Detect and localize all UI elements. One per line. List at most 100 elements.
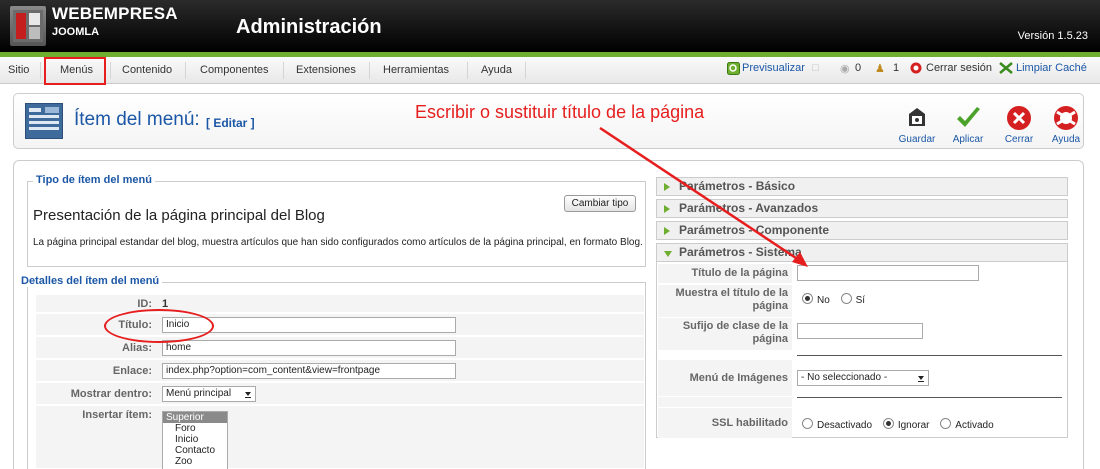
menu-item-sitio[interactable]: Sitio xyxy=(8,64,29,76)
save-button[interactable]: Guardar xyxy=(894,104,940,145)
insert-position-listbox[interactable]: Superior Foro Inicio Contacto Zoo xyxy=(162,411,228,469)
version-label: Versión 1.5.23 xyxy=(1017,30,1088,42)
top-header: WEBEMPRESA JOOMLA Administración Versión… xyxy=(0,0,1100,52)
ssl-off-radio[interactable] xyxy=(802,418,813,429)
params-component-label: Parámetros - Componente xyxy=(679,223,830,237)
menu-divider xyxy=(185,62,186,79)
show-title-no-label: No xyxy=(817,295,830,306)
ssl-radio-group: Desactivado Ignorar Activado xyxy=(802,418,1002,431)
suffix-input[interactable] xyxy=(797,323,923,339)
link-input[interactable]: index.php?option=com_content&view=frontp… xyxy=(162,363,456,379)
listbox-option[interactable]: Superior xyxy=(163,412,227,423)
params-basic-label: Parámetros - Básico xyxy=(679,179,796,193)
apply-label: Aplicar xyxy=(952,134,984,145)
menu-divider xyxy=(40,62,41,79)
menu-item-extensiones[interactable]: Extensiones xyxy=(296,64,356,76)
menu-type-fieldset xyxy=(27,181,646,267)
params-system-label: Parámetros - Sistema xyxy=(679,245,802,259)
show-title-label: Muestra el título de la página xyxy=(658,285,792,317)
id-label: ID: xyxy=(137,298,152,310)
logout-icon[interactable] xyxy=(910,62,922,75)
params-advanced-header[interactable]: Parámetros - Avanzados xyxy=(656,199,1068,218)
params-component-header[interactable]: Parámetros - Componente xyxy=(656,221,1068,240)
menu-type-description: La página principal estandar del blog, m… xyxy=(33,237,643,248)
listbox-option[interactable]: Inicio xyxy=(163,434,227,445)
listbox-option[interactable]: Contacto xyxy=(163,445,227,456)
close-icon xyxy=(1007,106,1031,130)
alias-input[interactable]: home xyxy=(162,340,456,356)
menu-divider xyxy=(467,62,468,79)
image-menu-value: - No seleccionado - xyxy=(801,372,888,383)
apply-check-icon xyxy=(957,107,980,127)
clear-cache-link[interactable]: Limpiar Caché xyxy=(1016,62,1087,74)
messages-icon[interactable]: ◉ xyxy=(840,62,850,75)
divider-line xyxy=(797,355,1062,356)
clear-cache-icon[interactable] xyxy=(999,62,1013,75)
app-title: Administración xyxy=(236,16,382,38)
ssl-label: SSL habilitado xyxy=(658,408,792,438)
menu-divider xyxy=(110,62,111,79)
menu-item-herramientas[interactable]: Herramientas xyxy=(383,64,449,76)
chevron-down-icon xyxy=(245,392,251,398)
show-in-label: Mostrar dentro: xyxy=(70,388,152,400)
menu-item-ayuda[interactable]: Ayuda xyxy=(481,64,512,76)
divider-line xyxy=(797,397,1062,398)
menu-divider xyxy=(525,62,526,79)
ssl-on-label: Activado xyxy=(955,420,994,431)
link-label: Enlace: xyxy=(112,365,152,377)
preview-icon[interactable] xyxy=(727,62,740,76)
page-title-param-label: Título de la página xyxy=(658,264,792,283)
page-title-action: [ Editar ] xyxy=(206,116,255,130)
messages-count: 0 xyxy=(855,62,862,74)
expand-arrow-icon xyxy=(664,227,670,235)
detail-row-link: Enlace: index.php?option=com_content&vie… xyxy=(36,360,644,382)
menu-item-page-icon xyxy=(25,103,63,139)
listbox-option[interactable]: Foro xyxy=(163,423,227,434)
insert-label: Insertar ítem: xyxy=(82,409,152,421)
save-icon xyxy=(909,108,925,126)
help-label: Ayuda xyxy=(1051,134,1081,145)
ssl-off-label: Desactivado xyxy=(817,420,873,431)
page-title-param-input[interactable] xyxy=(797,265,979,281)
help-button[interactable]: Ayuda xyxy=(1043,104,1089,145)
params-system-header[interactable]: Parámetros - Sistema xyxy=(656,243,1068,262)
brand-subtitle: JOOMLA xyxy=(52,26,100,38)
show-title-yes-label: Sí xyxy=(855,295,866,306)
joomla-logo xyxy=(10,6,46,46)
logout-link[interactable]: Cerrar sesión xyxy=(926,62,992,74)
menu-type-title: Presentación de la página principal del … xyxy=(33,207,325,224)
chevron-down-icon xyxy=(918,376,924,382)
title-circle-annotation xyxy=(104,309,214,343)
suffix-label: Sufijo de clase de la página xyxy=(658,318,792,350)
image-menu-select[interactable]: - No seleccionado - xyxy=(797,370,929,386)
help-lifebuoy-icon xyxy=(1054,106,1078,130)
close-button[interactable]: Cerrar xyxy=(996,104,1042,145)
ssl-on-radio[interactable] xyxy=(940,418,952,429)
show-in-value: Menú principal xyxy=(166,388,232,399)
menus-highlight-annotation xyxy=(44,57,106,85)
detail-row-id: ID: 1 xyxy=(36,295,644,313)
details-legend: Detalles del ítem del menú xyxy=(18,275,163,287)
show-title-no-radio[interactable] xyxy=(802,293,813,304)
show-title-yes-radio[interactable] xyxy=(840,293,852,304)
menu-item-contenido[interactable]: Contenido xyxy=(122,64,172,76)
users-icon: ♟ xyxy=(875,63,885,75)
preview-link[interactable]: Previsualizar xyxy=(742,62,805,74)
menu-divider xyxy=(283,62,284,79)
detail-row-insert: Insertar ítem: Superior Foro Inicio Cont… xyxy=(36,406,644,469)
change-type-button[interactable]: Cambiar tipo xyxy=(564,195,636,212)
annotation-text: Escribir o sustituir título de la página xyxy=(415,102,705,122)
menu-item-componentes[interactable]: Componentes xyxy=(200,64,269,76)
detail-row-alias: Alias: home xyxy=(36,337,644,359)
brand-name: WEBEMPRESA xyxy=(52,4,178,23)
params-basic-header[interactable]: Parámetros - Básico xyxy=(656,177,1068,196)
listbox-option[interactable]: Zoo xyxy=(163,456,227,467)
save-label: Guardar xyxy=(898,134,936,145)
ssl-ignore-radio[interactable] xyxy=(882,418,894,429)
detail-row-show-in: Mostrar dentro: Menú principal xyxy=(36,383,644,405)
expand-arrow-icon xyxy=(664,205,670,213)
close-label: Cerrar xyxy=(1004,134,1034,145)
users-count: 1 xyxy=(893,62,900,74)
show-in-select[interactable]: Menú principal xyxy=(162,386,256,402)
apply-button[interactable]: Aplicar xyxy=(945,104,991,145)
